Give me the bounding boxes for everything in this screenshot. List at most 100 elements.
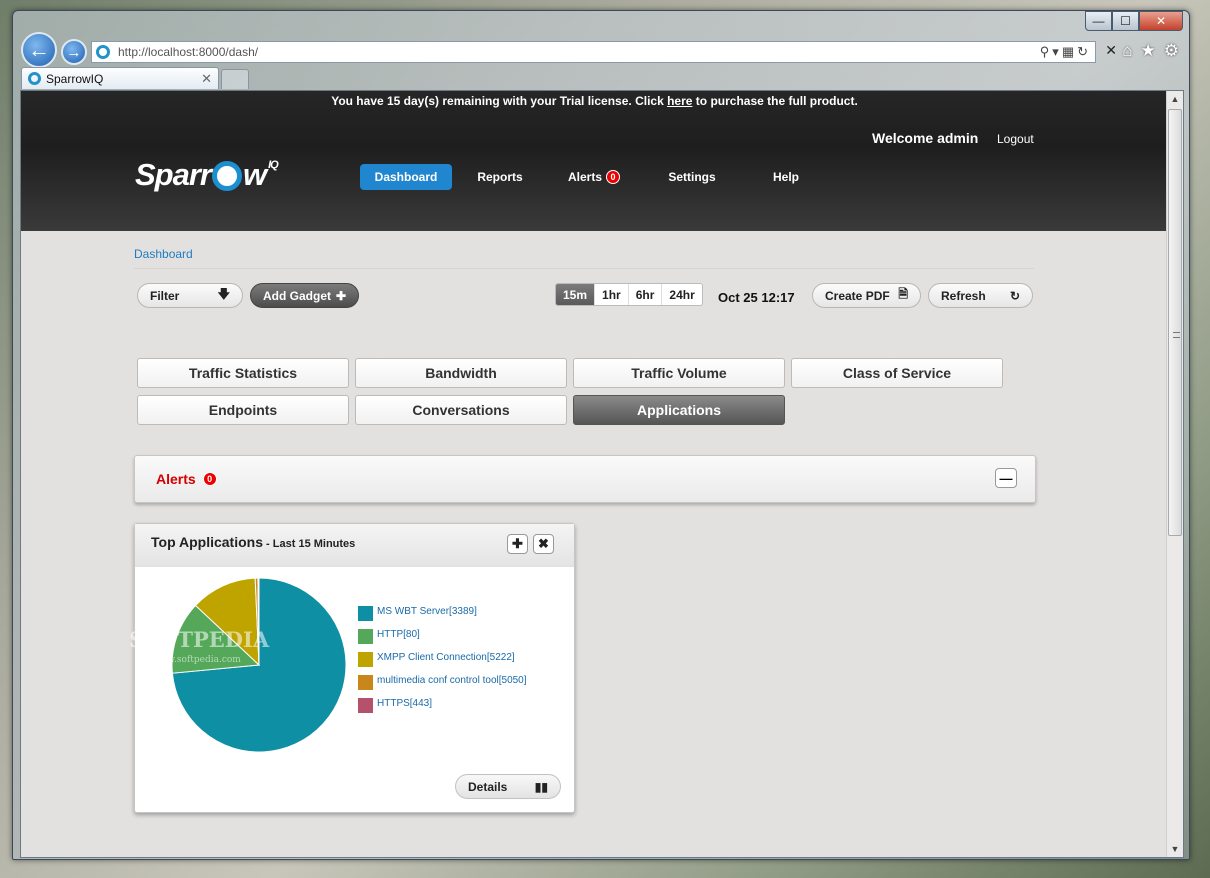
legend-item[interactable]: MS WBT Server[3389] [358, 600, 527, 623]
range-6hr[interactable]: 6hr [628, 284, 663, 305]
new-tab-button[interactable] [221, 69, 249, 89]
filter-label: Filter [150, 288, 180, 303]
browser-tools: ⌂ ★ ⚙ [1122, 41, 1179, 61]
range-1hr[interactable]: 1hr [595, 284, 629, 305]
tab-bandwidth[interactable]: Bandwidth [355, 358, 567, 388]
favorites-star-icon[interactable]: ★ [1141, 41, 1156, 61]
legend-label: multimedia conf control tool[5050] [377, 675, 527, 686]
site-favicon-icon [96, 45, 110, 59]
trial-banner: You have 15 day(s) remaining with your T… [21, 91, 1168, 113]
tab-favicon-icon [28, 72, 41, 85]
tab-traffic-statistics[interactable]: Traffic Statistics [137, 358, 349, 388]
legend-label: HTTPS[443] [377, 698, 433, 709]
page-viewport: You have 15 day(s) remaining with your T… [20, 90, 1184, 858]
home-icon[interactable]: ⌂ [1122, 41, 1132, 61]
range-15m[interactable]: 15m [556, 284, 596, 305]
trial-text-suffix: to purchase the full product. [692, 94, 858, 108]
legend-label: MS WBT Server[3389] [377, 606, 477, 617]
close-window-button[interactable]: ✕ [1139, 11, 1183, 31]
logo-o-icon [211, 161, 242, 191]
url-text[interactable]: http://localhost:8000/dash/ [118, 45, 258, 59]
legend-swatch [358, 652, 373, 667]
scroll-down-icon[interactable]: ▼ [1167, 841, 1183, 857]
back-button[interactable]: ← [21, 32, 57, 68]
time-range-selector: 15m 1hr 6hr 24hr [555, 283, 703, 306]
alerts-panel-label: Alerts [156, 471, 196, 487]
nav-alerts-label: Alerts [567, 170, 602, 184]
filter-button[interactable]: Filter 🡇 [137, 283, 243, 308]
legend-swatch [358, 606, 373, 621]
refresh-label: Refresh [941, 288, 986, 303]
alerts-panel-title: Alerts 0 [156, 471, 217, 487]
nav-help[interactable]: Help [756, 164, 816, 190]
collapse-alerts-button[interactable]: — [995, 468, 1017, 488]
alerts-panel: Alerts 0 — [134, 455, 1036, 503]
app-header: You have 15 day(s) remaining with your T… [21, 91, 1168, 231]
tab-applications[interactable]: Applications [573, 395, 785, 425]
softpedia-watermark-url: www.softpedia.com [152, 655, 241, 665]
settings-gear-icon[interactable]: ⚙ [1164, 41, 1179, 61]
tab-title: SparrowIQ [46, 71, 104, 86]
logo-sup: IQ [268, 159, 279, 171]
tab-traffic-volume[interactable]: Traffic Volume [573, 358, 785, 388]
address-bar[interactable]: http://localhost:8000/dash/ ⚲▾▦↻ ✕ [91, 41, 1117, 63]
legend-swatch [358, 675, 373, 690]
purchase-link[interactable]: here [667, 94, 692, 108]
current-datetime: Oct 25 12:17 [718, 290, 795, 305]
chart-legend: MS WBT Server[3389] HTTP[80] XMPP Client C… [358, 600, 527, 715]
sparrowiq-logo[interactable]: Sparr w IQ [135, 157, 279, 193]
logo-text-end: w [242, 157, 267, 192]
tab-class-of-service[interactable]: Class of Service [791, 358, 1003, 388]
applications-pie-chart [171, 577, 347, 753]
vertical-scrollbar[interactable]: ▲ ▼ [1166, 91, 1183, 857]
legend-item[interactable]: HTTPS[443] [358, 692, 527, 715]
arrow-down-icon: 🡇 [217, 287, 230, 301]
gadget-header: Top Applications - Last 15 Minutes ✚ ✖ [135, 524, 574, 567]
nav-alerts[interactable]: Alerts 0 [559, 164, 629, 190]
create-pdf-label: Create PDF [825, 288, 890, 303]
nav-settings[interactable]: Settings [657, 164, 727, 190]
legend-item[interactable]: XMPP Client Connection[5222] [358, 646, 527, 669]
add-gadget-label: Add Gadget [263, 288, 331, 303]
minimize-button[interactable]: — [1085, 11, 1112, 31]
tab-conversations[interactable]: Conversations [355, 395, 567, 425]
nav-dashboard[interactable]: Dashboard [360, 164, 452, 190]
nav-reports[interactable]: Reports [464, 164, 536, 190]
browser-navbar: ← → http://localhost:8000/dash/ ⚲▾▦↻ ✕ ⌂… [21, 32, 1181, 68]
refresh-icon: ↻ [1009, 288, 1020, 303]
tab-close-icon[interactable]: ✕ [201, 71, 212, 87]
legend-item[interactable]: multimedia conf control tool[5050] [358, 669, 527, 692]
logo-text: Sparr [135, 157, 212, 192]
stop-icon[interactable]: ✕ [1105, 42, 1117, 59]
add-gadget-button[interactable]: Add Gadget ✚ [250, 283, 359, 308]
logout-link[interactable]: Logout [997, 132, 1034, 146]
refresh-button[interactable]: Refresh ↻ [928, 283, 1033, 308]
legend-swatch [358, 629, 373, 644]
legend-item[interactable]: HTTP[80] [358, 623, 527, 646]
top-applications-gadget: Top Applications - Last 15 Minutes ✚ ✖ M… [129, 523, 575, 813]
window-controls: — ☐ ✕ [1085, 11, 1183, 31]
gadget-expand-button[interactable]: ✚ [507, 534, 528, 554]
softpedia-watermark: SOFTPEDIA [129, 627, 270, 652]
tab-endpoints[interactable]: Endpoints [137, 395, 349, 425]
trial-text-prefix: You have 15 day(s) remaining with your T… [331, 94, 668, 108]
range-24hr[interactable]: 24hr [662, 284, 702, 305]
alerts-count-badge: 0 [606, 170, 620, 184]
plus-icon: ✚ [335, 288, 346, 303]
forward-button[interactable]: → [61, 39, 87, 65]
scroll-up-icon[interactable]: ▲ [1167, 91, 1183, 107]
browser-tab[interactable]: SparrowIQ ✕ [21, 67, 219, 89]
scroll-thumb[interactable] [1168, 109, 1182, 536]
breadcrumb-dashboard[interactable]: Dashboard [134, 247, 193, 261]
create-pdf-button[interactable]: Create PDF 🗎 [812, 283, 921, 308]
details-button[interactable]: Details ▮▮ [455, 774, 561, 799]
breadcrumb-divider [134, 268, 1034, 269]
legend-label: XMPP Client Connection[5222] [377, 652, 515, 663]
details-label: Details [468, 779, 508, 794]
gadget-subtitle: - Last 15 Minutes [263, 538, 356, 550]
browser-window: — ☐ ✕ ← → http://localhost:8000/dash/ ⚲▾… [12, 10, 1190, 860]
address-tools-icon[interactable]: ⚲▾▦↻ [1040, 44, 1091, 60]
legend-label: HTTP[80] [377, 629, 420, 640]
gadget-close-button[interactable]: ✖ [533, 534, 554, 554]
maximize-button[interactable]: ☐ [1112, 11, 1139, 31]
